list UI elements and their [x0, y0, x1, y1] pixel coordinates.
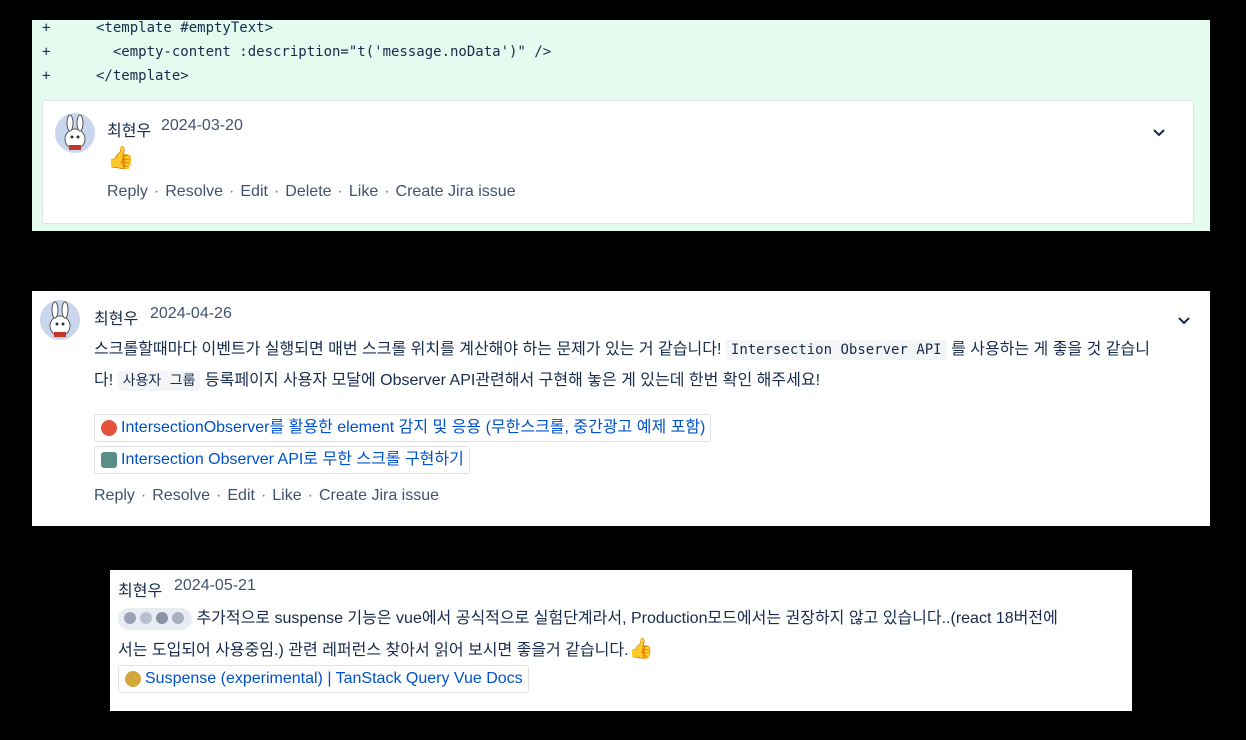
thumbs-up-icon: 👍	[107, 145, 135, 170]
comment-card: 최현우 2024-03-20 👍 Reply · Resolve · Edit · Dele…	[42, 100, 1194, 224]
comment-date[interactable]: 2024-04-26	[150, 305, 232, 323]
edit-button[interactable]: Edit	[240, 183, 268, 200]
resolve-button[interactable]: Resolve	[152, 487, 210, 504]
create-jira-issue-button[interactable]: Create Jira issue	[396, 183, 516, 200]
diff-plus: +	[42, 68, 51, 84]
link-card[interactable]: IntersectionObserver를 활용한 element 감지 및 응…	[94, 414, 712, 442]
chevron-down-icon[interactable]	[1151, 125, 1167, 141]
comment-actions: Reply · Resolve · Edit · Delete · Like · Create Ji…	[107, 183, 516, 200]
edit-button[interactable]: Edit	[227, 487, 255, 504]
comment-body-line: 다! 사용자 그룹 등록페이지 사용자 모달에 Observer API관련해서…	[94, 366, 820, 396]
reply-button[interactable]: Reply	[107, 183, 148, 200]
comment-text: 등록페이지 사용자 모달에 Observer API관련해서 구현해 놓은 게 …	[204, 372, 821, 389]
comment-panel: 최현우 2024-05-21 추가적으로 suspense 기능은 vue에서 …	[110, 570, 1132, 711]
diff-line: + </template>	[32, 64, 1210, 88]
inline-code: 사용자 그룹	[117, 371, 201, 391]
diff-code: <empty-content :description="t('message.…	[96, 44, 552, 60]
link-title[interactable]: Suspense (experimental) | TanStack Query…	[145, 670, 523, 687]
diff-code: <template #emptyText>	[96, 20, 274, 36]
comment-panel: 최현우 2024-04-26 스크롤할때마다 이벤트가 실행되면 매번 스크롤 …	[32, 291, 1210, 526]
avatar[interactable]	[40, 300, 80, 340]
resolve-button[interactable]: Resolve	[165, 183, 223, 200]
link-card[interactable]: Suspense (experimental) | TanStack Query…	[118, 665, 529, 693]
comment-author[interactable]: 최현우	[118, 577, 162, 601]
reply-button[interactable]: Reply	[94, 487, 135, 504]
diff-comment-panel: + <template #emptyText> + <empty-content…	[32, 20, 1210, 231]
diff-plus: +	[42, 44, 51, 60]
diff-code: </template>	[96, 68, 189, 84]
comment-body-line: 추가적으로 suspense 기능은 vue에서 공식적으로 실험단계라서, P…	[118, 604, 1058, 634]
diff-line: + <template #emptyText>	[32, 16, 1210, 40]
inline-code: Intersection Observer API	[725, 340, 947, 360]
diff-plus: +	[42, 20, 51, 36]
comment-date[interactable]: 2024-03-20	[161, 117, 243, 135]
link-card[interactable]: Intersection Observer API로 무한 스크롤 구현하기	[94, 446, 470, 474]
comment-text: 를 사용하는 게 좋을 것 같습니	[951, 341, 1150, 358]
thumbs-up-icon: 👍	[628, 638, 654, 660]
delete-button[interactable]: Delete	[285, 183, 331, 200]
like-button[interactable]: Like	[272, 487, 301, 504]
comment-text: 다!	[94, 372, 114, 389]
diff-line: + <empty-content :description="t('messag…	[32, 40, 1210, 64]
comment-text: 서는 도입되어 사용중임.) 관련 레퍼런스 찾아서 읽어 보시면 좋을거 같습…	[118, 642, 629, 659]
comment-author[interactable]: 최현우	[107, 117, 151, 141]
avatar[interactable]	[55, 113, 95, 153]
like-button[interactable]: Like	[349, 183, 378, 200]
link-title[interactable]: IntersectionObserver를 활용한 element 감지 및 응…	[121, 419, 705, 436]
mention-tag[interactable]	[118, 607, 192, 630]
comment-actions: Reply · Resolve · Edit · Like · Create Jira issu…	[94, 487, 440, 504]
comment-body-line: 스크롤할때마다 이벤트가 실행되면 매번 스크롤 위치를 계산해야 하는 문제가…	[94, 335, 1150, 365]
comment-author[interactable]: 최현우	[94, 305, 138, 329]
chevron-down-icon[interactable]	[1176, 313, 1192, 329]
favicon-icon	[101, 420, 117, 436]
favicon-icon	[101, 452, 117, 468]
comment-text: 스크롤할때마다 이벤트가 실행되면 매번 스크롤 위치를 계산해야 하는 문제가…	[94, 341, 722, 358]
comment-body-line: 서는 도입되어 사용중임.) 관련 레퍼런스 찾아서 읽어 보시면 좋을거 같습…	[118, 634, 653, 666]
comment-text: 추가적으로 suspense 기능은 vue에서 공식적으로 실험단계라서, P…	[196, 610, 1058, 627]
link-title[interactable]: Intersection Observer API로 무한 스크롤 구현하기	[121, 451, 464, 468]
create-jira-issue-button[interactable]: Create Jira issue	[319, 487, 439, 504]
comment-date[interactable]: 2024-05-21	[174, 577, 256, 595]
favicon-icon	[125, 671, 141, 687]
